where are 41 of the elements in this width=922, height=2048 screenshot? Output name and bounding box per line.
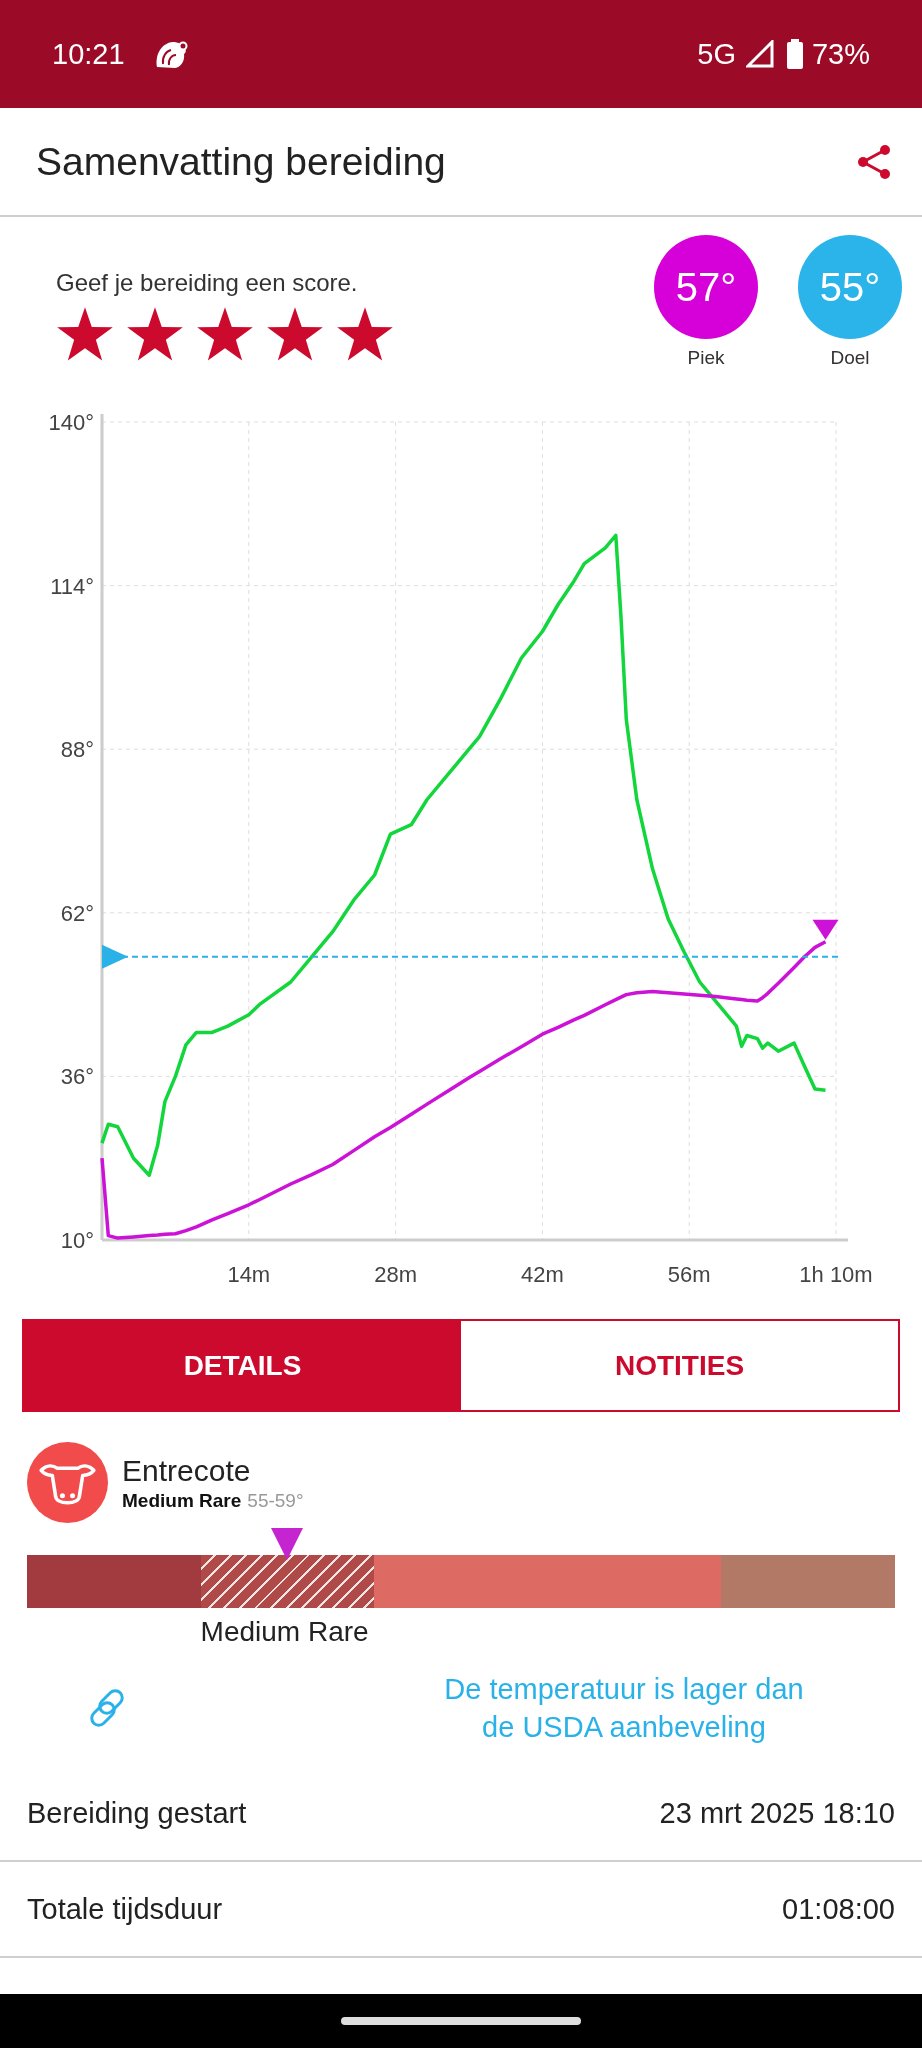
axis-label: 88° [60, 737, 94, 763]
axis-label: 140° [48, 410, 94, 435]
battery-percent: 73% [811, 37, 870, 71]
info-label: Bereiding gestart [27, 1796, 247, 1830]
axis-label: 28m [374, 1262, 417, 1287]
status-time: 10:21 [52, 37, 125, 71]
star[interactable] [196, 307, 254, 363]
star[interactable] [126, 307, 184, 363]
doneness-range: 55-59° [247, 1489, 304, 1512]
star[interactable] [56, 307, 114, 363]
rating-prompt: Geef je bereiding een score. [56, 269, 358, 297]
axis-label: 14m [227, 1262, 271, 1287]
axis-label: 42m [521, 1262, 564, 1287]
tab[interactable]: DETAILS [24, 1321, 461, 1410]
info-value: 23 mrt 2025 18:10 [659, 1796, 895, 1830]
axis-label: 56m [667, 1262, 711, 1287]
doneness-name: Medium Rare [122, 1489, 242, 1512]
badge-label: Piek [687, 347, 725, 369]
axis-label: 36° [60, 1064, 94, 1090]
cow-icon [27, 1442, 108, 1523]
screen-title: Samenvatting bereiding [36, 139, 446, 184]
signal-icon [745, 40, 774, 68]
doneness-marker [270, 1527, 305, 1561]
temperature-badge: 55° [798, 235, 902, 339]
axis-label: 114° [50, 573, 94, 599]
axis-label: 1h 10m [799, 1262, 873, 1287]
network-label: 5G [697, 37, 736, 71]
badge-label: Doel [830, 347, 870, 369]
axis-label: 62° [60, 900, 94, 926]
peak-marker [812, 919, 839, 940]
info-value: 01:08:00 [782, 1892, 895, 1926]
star[interactable] [266, 307, 324, 363]
target-marker [102, 944, 128, 969]
star[interactable] [336, 307, 394, 363]
share-icon[interactable] [856, 143, 892, 180]
product-name: Entrecote [122, 1453, 252, 1488]
info-label: Totale tijdsduur [27, 1892, 223, 1926]
battery-icon [785, 39, 804, 69]
temperature-badge: 57° [654, 235, 758, 339]
axis-label: 10° [60, 1228, 94, 1253]
doneness-label: Medium Rare [200, 1616, 369, 1648]
